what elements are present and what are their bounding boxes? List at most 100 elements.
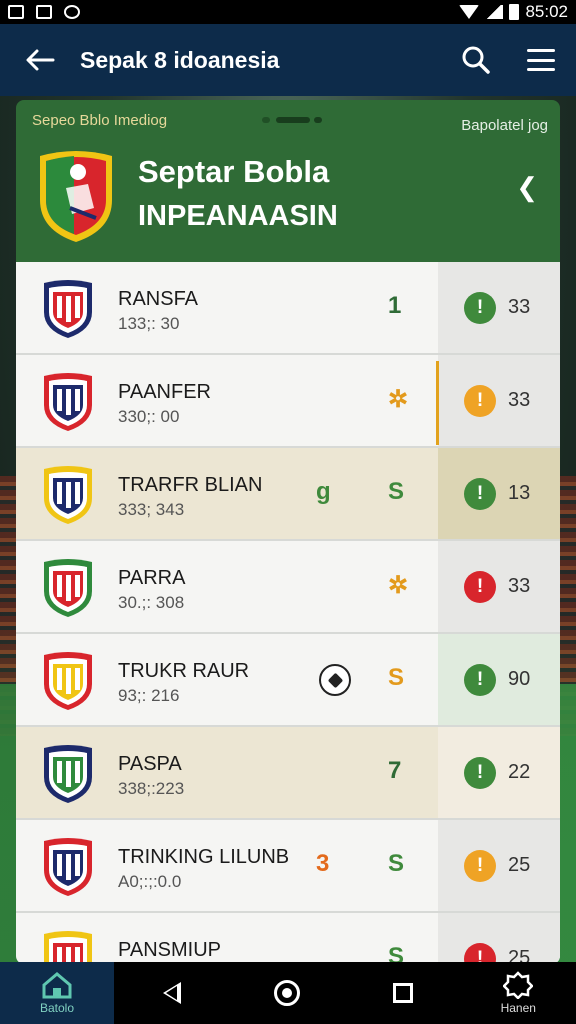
page-indicator (262, 117, 322, 123)
alert-icon: ! (464, 570, 496, 603)
team-crest-icon (44, 931, 92, 964)
menu-icon (527, 49, 555, 71)
match-row[interactable]: RANSFA 133;: 30 1 ! 33 (16, 262, 560, 355)
team-name: RANSFA (118, 288, 199, 310)
nav-settings-label: Hanen (500, 1001, 536, 1015)
team-crest-icon (44, 745, 92, 803)
app-title: Sepak 8 idoanesia (80, 46, 280, 73)
arrow-left-icon (26, 49, 55, 71)
match-row[interactable]: TRUKR RAUR 93;: 216 S ! 90 (16, 634, 560, 727)
alert-icon: ! (464, 756, 496, 789)
team-name: PARRA (118, 567, 186, 589)
league-subtitle: INPEANAASIN (138, 200, 338, 232)
menu-button[interactable] (506, 24, 576, 96)
team-crest-icon (44, 373, 92, 431)
team-crest-icon (44, 652, 92, 710)
battery-icon (509, 4, 520, 20)
stat-cell[interactable]: ! 22 (438, 727, 560, 818)
stat-cell[interactable]: ! 33 (438, 262, 560, 353)
search-icon (462, 46, 490, 74)
match-time: 93;: 216 (118, 686, 180, 705)
stat-cell[interactable]: ! 33 (438, 541, 560, 632)
stat-cell[interactable]: ! 33 (438, 355, 560, 446)
header-caption-left: Sepeo Bblo Imediog (32, 112, 168, 129)
league-card: Sepeo Bblo Imediog Bapolatel jog Septar … (16, 100, 560, 964)
match-row[interactable]: PAANFER 330;: 00 ✲ ! 33 (16, 355, 560, 448)
gear-icon (503, 971, 534, 999)
match-score-indicator: ✲ (388, 386, 409, 413)
team-crest-icon (44, 280, 92, 338)
match-indicator: 3 (316, 850, 330, 877)
match-row[interactable]: PANSMIUP S ! 25 (16, 913, 560, 964)
alert-icon: ! (464, 849, 496, 882)
match-score-indicator: S (388, 943, 405, 964)
stat-cell[interactable]: ! 90 (438, 634, 560, 725)
sync-icon (64, 5, 80, 19)
image-icon (36, 5, 52, 19)
nav-recent-icon (392, 983, 413, 1003)
home-icon (42, 972, 72, 999)
alert-icon: ! (464, 291, 496, 324)
stat-value: 33 (508, 575, 531, 597)
search-button[interactable] (446, 24, 506, 96)
match-indicator: g (316, 478, 331, 505)
signal-icon (485, 5, 504, 19)
highlight-divider (436, 361, 439, 445)
nav-home-tab[interactable]: Batolo (0, 962, 114, 1024)
match-row[interactable]: TRARFR BLIAN 333; 343 g S ! 13 (16, 448, 560, 541)
nav-back-button[interactable] (114, 962, 230, 1024)
nav-home-icon (274, 980, 301, 1006)
stat-value: 90 (508, 668, 531, 690)
stat-cell[interactable]: ! 25 (438, 820, 560, 911)
chevron-left-icon[interactable]: ❮ (516, 172, 538, 203)
team-name: TRUKR RAUR (118, 660, 250, 682)
nav-home-label: Batolo (39, 1001, 75, 1015)
alert-icon: ! (464, 942, 496, 964)
match-time: 333; 343 (118, 500, 185, 519)
header-caption-right[interactable]: Bapolatel jog (461, 117, 548, 134)
alert-icon: ! (464, 384, 496, 417)
team-name: PASPA (118, 753, 182, 775)
match-time: A0;:;:0.0 (118, 872, 182, 891)
status-time: 85:02 (525, 2, 568, 21)
match-time: 338;:223 (118, 779, 185, 798)
league-crest-icon (40, 151, 112, 242)
match-score-indicator: 1 (388, 292, 402, 319)
navigation-bar: Batolo Hanen (0, 962, 576, 1024)
stat-value: 13 (508, 482, 531, 504)
match-list: RANSFA 133;: 30 1 ! 33 PAANFER 330;: 00 … (16, 262, 560, 964)
soccer-ball-icon (319, 664, 351, 696)
team-name: PAANFER (118, 381, 211, 403)
team-crest-icon (44, 466, 92, 524)
match-score-indicator: S (388, 664, 405, 691)
stat-value: 25 (508, 854, 531, 876)
app-bar: Sepak 8 idoanesia (0, 24, 576, 96)
team-name: TRARFR BLIAN (118, 474, 263, 496)
notification-icon (8, 5, 24, 19)
match-score-indicator: 7 (388, 757, 402, 784)
nav-recent-button[interactable] (345, 962, 461, 1024)
match-row[interactable]: PASPA 338;:223 7 ! 22 (16, 727, 560, 820)
team-crest-icon (44, 559, 92, 617)
match-time: 133;: 30 (118, 314, 180, 333)
nav-back-icon (162, 982, 181, 1004)
match-score-indicator: ✲ (388, 572, 409, 599)
team-name: TRINKING LILUNB (118, 846, 290, 868)
status-bar: 85:02 (0, 0, 576, 24)
stat-cell[interactable]: ! 25 (438, 913, 560, 964)
match-score-indicator: S (388, 478, 405, 505)
back-button[interactable] (0, 24, 80, 96)
card-header: Sepeo Bblo Imediog Bapolatel jog Septar … (16, 100, 560, 262)
stat-value: 33 (508, 296, 531, 318)
nav-settings-tab[interactable]: Hanen (461, 962, 576, 1024)
team-name: PANSMIUP (118, 939, 221, 961)
nav-home-button[interactable] (230, 962, 346, 1024)
stat-cell[interactable]: ! 13 (438, 448, 560, 539)
stat-value: 22 (508, 761, 531, 783)
match-score-indicator: S (388, 850, 405, 877)
match-row[interactable]: TRINKING LILUNB A0;:;:0.0 3 S ! 25 (16, 820, 560, 913)
match-row[interactable]: PARRA 30.;: 308 ✲ ! 33 (16, 541, 560, 634)
alert-icon: ! (464, 663, 496, 696)
match-time: 330;: 00 (118, 407, 180, 426)
team-crest-icon (44, 838, 92, 896)
